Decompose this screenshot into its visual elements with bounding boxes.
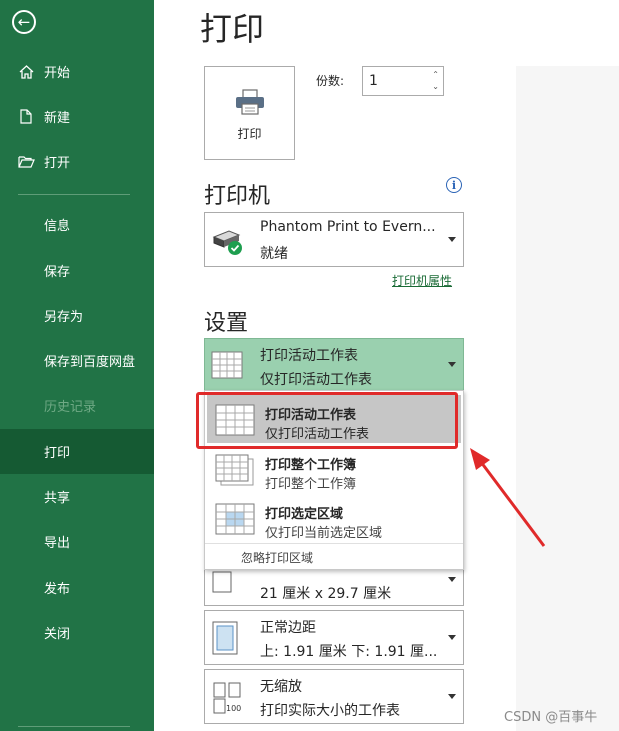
printer-status: 就绪 [260, 246, 288, 262]
chevron-down-icon [448, 236, 456, 242]
paper-size-subtitle: 21 厘米 x 29.7 厘米 [260, 586, 392, 602]
annotation-highlight-box [196, 392, 458, 449]
workbook-icon [215, 454, 255, 490]
margins-subtitle: 上: 1.91 厘米 下: 1.91 厘... [260, 644, 438, 660]
menu-separator [205, 543, 463, 544]
nav-item-new[interactable]: 新建 [0, 94, 154, 139]
nav-item-history: 历史记录 [44, 400, 97, 415]
copies-stepper[interactable]: 1 ⌃ ⌄ [362, 66, 444, 96]
spin-arrows-icon[interactable]: ⌃ ⌄ [432, 69, 439, 93]
chevron-down-icon [448, 693, 456, 699]
sidebar-divider [18, 194, 130, 195]
copies-value: 1 [369, 73, 378, 89]
printer-dropdown[interactable]: Phantom Print to Evern... 就绪 [204, 212, 464, 267]
nav-item-share[interactable]: 共享 [0, 474, 154, 519]
new-document-icon [17, 109, 35, 124]
print-button[interactable]: 打印 [204, 66, 295, 160]
scaling-title: 无缩放 [260, 679, 302, 695]
margins-icon [211, 621, 239, 659]
chevron-down-icon [448, 634, 456, 640]
page-title: 打印 [200, 10, 265, 48]
watermark: CSDN @百事牛 [504, 710, 598, 725]
svg-text:100: 100 [226, 704, 241, 713]
scope-subtitle: 仅打印活动工作表 [260, 372, 372, 388]
printer-icon [234, 88, 266, 119]
paper-size-icon [211, 571, 233, 597]
nav-item-save-to-baidu[interactable]: 保存到百度网盘 [0, 338, 154, 383]
printer-properties-link[interactable]: 打印机属性 [392, 272, 452, 289]
print-pane: 打印 打印 份数: 1 ⌃ ⌄ 打印机 i Phantom Print to E… [154, 0, 619, 731]
settings-heading: 设置 [204, 311, 249, 336]
ignore-print-area-option[interactable]: 忽略打印区域 [241, 549, 313, 566]
nav-item-export[interactable]: 导出 [0, 519, 154, 564]
menu-item-entire-workbook[interactable]: 打印整个工作簿 打印整个工作簿 [207, 445, 461, 493]
copies-label: 份数: [316, 74, 345, 88]
print-scope-dropdown[interactable]: 打印活动工作表 仅打印活动工作表 [204, 338, 464, 392]
nav-item-info[interactable]: 信息 [0, 202, 154, 247]
scaling-dropdown[interactable]: 100 无缩放 打印实际大小的工作表 [204, 669, 464, 724]
no-scaling-icon: 100 [211, 680, 245, 718]
menu-item-selection[interactable]: 打印选定区域 仅打印当前选定区域 [207, 494, 461, 542]
preview-pane [516, 66, 619, 731]
scaling-subtitle: 打印实际大小的工作表 [260, 703, 400, 719]
nav-item-print[interactable]: 打印 [0, 429, 154, 474]
nav-item-open[interactable]: 打开 [0, 139, 154, 184]
sidebar-divider [18, 726, 130, 727]
nav-item-home[interactable]: 开始 [0, 49, 154, 94]
chevron-down-icon [448, 577, 456, 582]
nav-item-close[interactable]: 关闭 [0, 610, 154, 655]
nav-item-publish[interactable]: 发布 [0, 565, 154, 610]
backstage-sidebar: ← 开始 新建 打开 信息 保存 另存为 保存到百度网盘 历史记录 打印 共享 [0, 0, 154, 731]
printer-heading: 打印机 [204, 184, 271, 209]
open-folder-icon [17, 155, 35, 168]
printer-ready-icon [211, 223, 245, 261]
margins-title: 正常边距 [260, 620, 316, 636]
info-icon[interactable]: i [446, 177, 462, 193]
home-icon [17, 64, 35, 79]
printer-name: Phantom Print to Evern... [260, 219, 436, 235]
chevron-down-icon [448, 362, 456, 367]
back-arrow-icon[interactable]: ← [12, 10, 36, 34]
margins-dropdown[interactable]: 正常边距 上: 1.91 厘米 下: 1.91 厘... [204, 610, 464, 665]
selection-icon [215, 503, 255, 539]
active-sheet-icon [211, 351, 243, 383]
nav-item-save-as[interactable]: 另存为 [0, 293, 154, 338]
scope-title: 打印活动工作表 [260, 348, 358, 364]
nav-item-save[interactable]: 保存 [0, 248, 154, 293]
